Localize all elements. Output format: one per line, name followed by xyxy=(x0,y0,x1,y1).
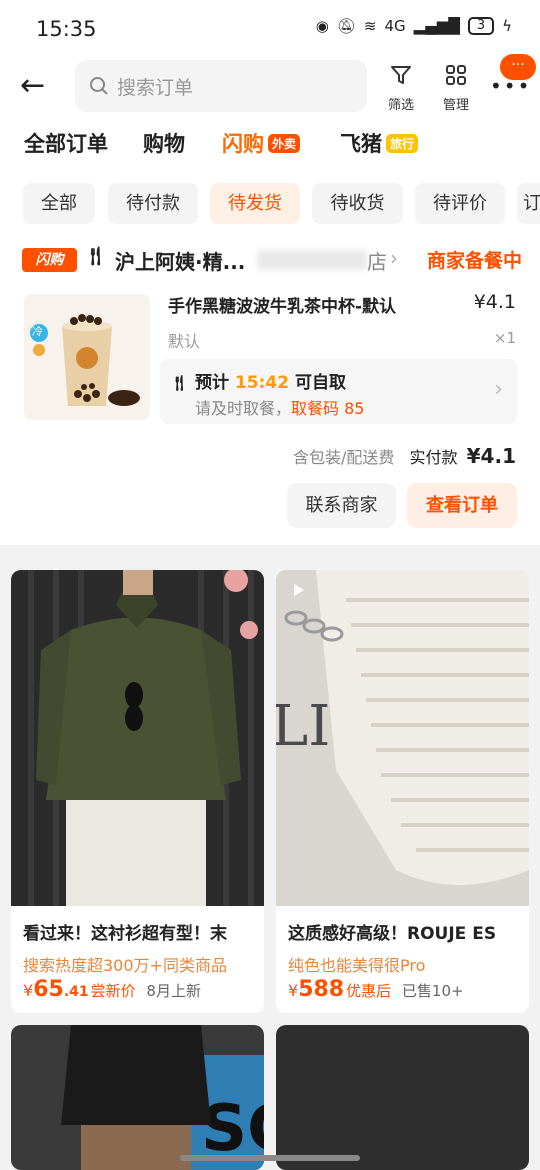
filter-icon xyxy=(378,64,424,92)
product-subtitle: 搜索热度超300万+同类商品 xyxy=(23,956,227,975)
fee-note: 含包装/配送费 xyxy=(293,448,395,467)
blurred-region xyxy=(257,250,367,270)
product-extra: 8月上新 xyxy=(146,982,201,1000)
product-card[interactable]: LIY 这质感好高级！ROUJE ES 纯色也能美得很Pro ¥588 优惠后 已… xyxy=(276,570,529,1013)
eye-icon: ◉ xyxy=(315,17,329,35)
paid-label: 实付款 xyxy=(409,448,458,467)
charging-icon: ϟ xyxy=(502,17,512,35)
message-badge: ··· xyxy=(500,54,536,80)
order-type-tabs: 全部订单 购物 闪购 外卖 飞猪 旅行 xyxy=(0,128,540,168)
utensils-icon: 🍴︎ xyxy=(84,246,107,267)
manage-icon xyxy=(433,64,479,92)
product-card[interactable]: 看过来！这衬衫超有型！末 搜索热度超300万+同类商品 ¥65.41 尝新价 8月… xyxy=(11,570,264,1013)
paid-amount: ¥4.1 xyxy=(466,444,516,468)
search-placeholder: 搜索订单 xyxy=(117,76,194,99)
product-image: LIY xyxy=(276,570,529,906)
network-label: 4G xyxy=(384,17,406,35)
product-price-row: ¥65.41 尝新价 8月上新 xyxy=(23,977,201,1002)
filter-label: 筛选 xyxy=(387,98,414,113)
signal-icon: ▂▄▆█ xyxy=(413,17,460,35)
product-title: 看过来！这衬衫超有型！末 xyxy=(23,924,227,944)
utensils-icon: 🍴︎ xyxy=(170,374,190,392)
shop-name-tail: 店 xyxy=(367,250,387,274)
product-spec: 默认 xyxy=(168,332,201,351)
product-price-row: ¥588 优惠后 已售10+ xyxy=(288,977,464,1002)
orders-panel: 15:35 ◉ 🔕︎ ≋ 4G ▂▄▆█ 3 ϟ ← 搜索订单 筛选 管理 ••… xyxy=(0,0,540,545)
product-image: SC xyxy=(11,1025,264,1170)
filter-button[interactable]: 筛选 xyxy=(378,64,424,113)
status-icons: ◉ 🔕︎ ≋ 4G ▂▄▆█ 3 ϟ xyxy=(316,17,512,35)
chip-pending-receipt[interactable]: 待收货 xyxy=(312,183,403,224)
total-row: 含包装/配送费 实付款 ¥4.1 xyxy=(293,444,516,468)
product-title[interactable]: 手作黑糖波波牛乳茶中杯-默认 xyxy=(168,292,396,317)
pickup-note: 请及时取餐，取餐码 85 xyxy=(195,399,365,418)
contact-seller-button[interactable]: 联系商家 xyxy=(287,483,396,528)
cold-badge: 冷 xyxy=(32,325,43,338)
battery-icon: 3 xyxy=(467,17,495,35)
tab-all-orders[interactable]: 全部订单 xyxy=(24,128,108,158)
chip-pending-shipment[interactable]: 待发货 xyxy=(210,183,300,224)
wifi-icon: ≋ xyxy=(363,17,377,35)
order-card[interactable]: 闪购 🍴︎ 沪上阿姨·精... 店 › 商家备餐中 冷 手作黑糖波波牛乳茶中杯-… xyxy=(0,238,540,538)
status-chips: 全部 待付款 待发货 待收货 待评价 订 xyxy=(0,183,540,225)
top-header: ← 搜索订单 筛选 管理 ••• ··· xyxy=(0,54,540,114)
product-image[interactable]: 冷 xyxy=(24,294,150,420)
tab-shopping[interactable]: 购物 xyxy=(143,128,185,158)
search-input[interactable]: 搜索订单 xyxy=(75,60,367,112)
status-time: 15:35 xyxy=(36,17,97,41)
tab-fliggy[interactable]: 飞猪 旅行 xyxy=(340,128,419,158)
pickup-code: 取餐码 85 xyxy=(291,399,365,418)
pickup-eta: 🍴︎ 预计 15:42 可自取 xyxy=(170,373,347,393)
shop-tag: 闪购 xyxy=(22,248,77,272)
manage-label: 管理 xyxy=(442,98,469,113)
chip-partial[interactable]: 订 xyxy=(517,183,540,224)
home-indicator[interactable] xyxy=(180,1155,360,1161)
manage-button[interactable]: 管理 xyxy=(433,64,479,113)
chip-all[interactable]: 全部 xyxy=(23,183,95,224)
pickup-time: 15:42 xyxy=(234,373,290,393)
chip-pending-payment[interactable]: 待付款 xyxy=(108,183,198,224)
chip-pending-review[interactable]: 待评价 xyxy=(415,183,505,224)
tab-tag: 旅行 xyxy=(386,134,419,153)
product-price: ¥4.1 xyxy=(473,291,516,313)
chevron-right-icon: › xyxy=(390,246,398,270)
pickup-info[interactable]: 🍴︎ 预计 15:42 可自取 请及时取餐，取餐码 85 › xyxy=(160,359,517,424)
product-image xyxy=(11,570,264,906)
view-order-button[interactable]: 查看订单 xyxy=(407,483,517,528)
orders-page: 15:35 ◉ 🔕︎ ≋ 4G ▂▄▆█ 3 ϟ ← 搜索订单 筛选 管理 ••… xyxy=(0,0,540,1170)
tab-tag: 外卖 xyxy=(268,134,301,153)
shop-row[interactable]: 闪购 🍴︎ 沪上阿姨·精... 店 › 商家备餐中 xyxy=(22,246,522,274)
order-status: 商家备餐中 xyxy=(426,250,522,272)
product-title: 这质感好高级！ROUJE ES xyxy=(288,924,497,944)
product-qty: ×1 xyxy=(493,329,516,347)
tab-flash-buy[interactable]: 闪购 外卖 xyxy=(222,128,301,158)
product-extra: 已售10+ xyxy=(401,982,464,1000)
product-card[interactable]: SC xyxy=(11,1025,264,1170)
back-arrow-icon[interactable]: ← xyxy=(20,66,60,106)
product-subtitle: 纯色也能美得很Pro xyxy=(288,956,426,975)
shop-name: 沪上阿姨·精... xyxy=(115,250,246,274)
mute-icon: 🔕︎ xyxy=(336,17,356,35)
chevron-right-icon: › xyxy=(494,377,503,402)
product-card[interactable] xyxy=(276,1025,529,1170)
status-bar: 15:35 ◉ 🔕︎ ≋ 4G ▂▄▆█ 3 ϟ xyxy=(0,0,540,60)
search-icon xyxy=(90,77,108,95)
